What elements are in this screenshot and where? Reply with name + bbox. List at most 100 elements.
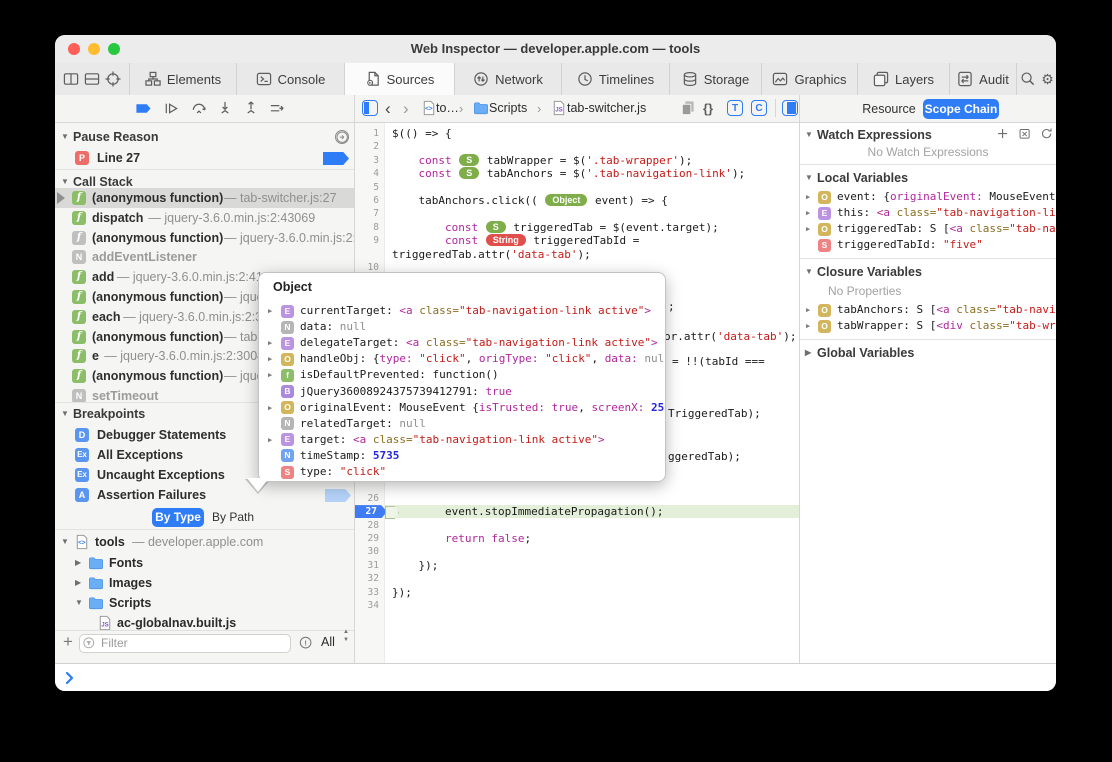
settings-tab[interactable]: ⚙ — [1039, 63, 1056, 95]
pause-reason-item[interactable]: P Line 27 — [55, 148, 354, 168]
toggle-left-sidebar-icon[interactable] — [362, 100, 378, 116]
tab-scope-chain[interactable]: Scope Chain — [923, 98, 999, 119]
variable-row[interactable]: ▶ Ethis: <a class="tab-navigation-li — [800, 205, 1056, 221]
disclosure-triangle[interactable]: ▶ — [806, 221, 810, 237]
object-property-row[interactable]: Stype: "click" — [259, 464, 665, 480]
code-content[interactable]: $(() => { — [392, 127, 452, 140]
object-property-row[interactable]: BjQuery36008924375739412791: true — [259, 384, 665, 400]
line-number[interactable]: 9 — [355, 234, 379, 247]
call-stack-frame[interactable]: f (anonymous function) — tab-switcher.js:2… — [55, 188, 354, 208]
disclosure-triangle[interactable]: ▶ — [268, 432, 272, 448]
code-content[interactable]: const S tabWrapper = $('.tab-wrapper'); — [419, 153, 692, 167]
tree-root-item[interactable]: ▼ <> tools — developer.apple.com — [55, 532, 354, 552]
disclosure-triangle[interactable]: ▼ — [805, 263, 813, 281]
disclosure-triangle[interactable]: ▶ — [806, 318, 810, 334]
tree-folder-scripts[interactable]: ▼ Scripts — [55, 593, 354, 613]
step-into-icon[interactable] — [217, 100, 234, 117]
call-stack-frame[interactable]: NaddEventListener — [55, 247, 354, 267]
code-content[interactable]: }); — [419, 559, 439, 572]
pause-resume-icon[interactable] — [163, 100, 180, 117]
disclosure-triangle[interactable]: ▶ — [268, 303, 272, 319]
call-stack-frame[interactable]: f dispatch — jquery-3.6.0.min.js:2:43069 — [55, 208, 354, 228]
breadcrumb-item[interactable]: to… — [436, 95, 459, 122]
forward-button[interactable]: › — [403, 95, 409, 122]
line-number[interactable]: 2 — [355, 140, 379, 153]
line-number[interactable]: 4 — [355, 167, 379, 180]
info-icon[interactable]: ! — [299, 636, 314, 651]
tab-elements[interactable]: Elements — [130, 63, 237, 95]
disclosure-triangle[interactable]: ▶ — [75, 573, 81, 593]
disclosure-triangle[interactable]: ▼ — [805, 126, 813, 144]
split-vertical-icon[interactable] — [63, 71, 79, 87]
disclosure-triangle[interactable]: ▼ — [61, 404, 69, 424]
line-number[interactable]: 1 — [355, 127, 379, 140]
code-content[interactable]: const S tabAnchors = $('.tab-navigation-… — [419, 167, 745, 180]
code-content[interactable]: const S triggeredTab = $(event.target); — [445, 220, 719, 234]
disclosure-triangle[interactable]: ▼ — [61, 532, 69, 552]
code-content[interactable]: tabAnchors.click(( Object event) => { — [419, 194, 668, 207]
tab-timelines[interactable]: Timelines — [562, 63, 670, 95]
line-number[interactable]: 34 — [355, 599, 379, 612]
object-property-row[interactable]: ▶ OoriginalEvent: MouseEvent {isTrusted: … — [259, 400, 665, 416]
code-coverage-icon[interactable]: C — [751, 100, 767, 116]
line-number[interactable]: 31 — [355, 559, 379, 572]
breadcrumb-item[interactable]: tab-switcher.js — [567, 95, 646, 122]
object-property-row[interactable]: ▶ f isDefaultPrevented: function() — [259, 367, 665, 383]
code-content[interactable]: const String triggeredTabId = — [445, 234, 639, 247]
disclosure-triangle[interactable]: ▶ — [268, 351, 272, 367]
step-icon[interactable] — [269, 100, 286, 117]
by-type-button[interactable]: By Type — [152, 508, 204, 527]
continue-flag-icon[interactable] — [135, 100, 152, 117]
tab-sources[interactable]: Sources — [345, 63, 455, 95]
line-number[interactable]: 29 — [355, 532, 379, 545]
variable-row[interactable]: ▶ Oevent: {originalEvent: MouseEvent — [800, 189, 1056, 205]
pretty-print-icon[interactable]: {} — [703, 95, 713, 122]
scope-dropdown[interactable]: All — [321, 635, 335, 649]
variable-row[interactable]: ▶ OtabWrapper: S [<div class="tab-wr — [800, 318, 1056, 334]
tab-layers[interactable]: Layers — [858, 63, 950, 95]
disclosure-triangle[interactable]: ▶ — [806, 302, 810, 318]
object-property-row[interactable]: ▶ EcurrentTarget: <a class="tab-navigatio… — [259, 303, 665, 319]
disclosure-triangle[interactable]: ▶ — [806, 205, 810, 221]
line-number[interactable]: 7 — [355, 207, 379, 220]
disclosure-triangle[interactable]: ▶ — [268, 400, 272, 416]
line-number[interactable]: 33 — [355, 586, 379, 599]
variable-row[interactable]: ▶ OtriggeredTab: S [<a class="tab-nav — [800, 221, 1056, 237]
tab-audit[interactable]: Audit — [950, 63, 1017, 95]
object-property-row[interactable]: NtimeStamp: 5735 — [259, 448, 665, 464]
back-button[interactable]: ‹ — [385, 95, 391, 122]
tab-network[interactable]: Network — [455, 63, 562, 95]
disclosure-triangle[interactable]: ▶ — [75, 553, 81, 573]
step-over-icon[interactable] — [191, 100, 208, 117]
disclosure-triangle[interactable]: ▼ — [805, 169, 813, 187]
breadcrumb-item[interactable]: Scripts — [489, 95, 527, 122]
object-property-row[interactable]: ▶ EdelegateTarget: <a class="tab-navigati… — [259, 335, 665, 351]
line-number[interactable]: 3 — [355, 154, 379, 167]
element-picker-icon[interactable] — [105, 71, 121, 87]
clear-watch-icon[interactable] — [1018, 127, 1034, 143]
type-profiling-icon[interactable]: T — [727, 100, 743, 116]
disclosure-triangle[interactable]: ▶ — [805, 344, 811, 362]
object-property-row[interactable]: ▶ Etarget: <a class="tab-navigation-link … — [259, 432, 665, 448]
refresh-watch-icon[interactable] — [1040, 127, 1056, 143]
line-number[interactable]: 32 — [355, 572, 379, 585]
add-resource-button[interactable]: + — [63, 632, 73, 652]
code-content[interactable]: return false; — [445, 532, 531, 545]
disclosure-triangle[interactable]: ▼ — [61, 127, 69, 147]
line-number[interactable]: 6 — [355, 194, 379, 207]
console-prompt-bar[interactable] — [55, 663, 1056, 691]
tab-resource[interactable]: Resource — [858, 99, 920, 119]
call-stack-frame[interactable]: f (anonymous function) — jquery-3.6.0.min.… — [55, 228, 354, 248]
disclosure-triangle[interactable]: ▶ — [806, 189, 810, 205]
tree-folder-fonts[interactable]: ▶ Fonts — [55, 553, 354, 573]
variable-row[interactable]: ▶ OtabAnchors: S [<a class="tab-navi — [800, 302, 1056, 318]
object-property-row[interactable]: NrelatedTarget: null — [259, 416, 665, 432]
variable-row[interactable]: StriggeredTabId: "five" — [800, 237, 1056, 253]
toggle-right-sidebar-icon[interactable] — [782, 100, 798, 116]
search-tab[interactable] — [1017, 63, 1039, 95]
split-horizontal-icon[interactable] — [84, 71, 100, 87]
tab-console[interactable]: Console — [237, 63, 345, 95]
goto-line-icon[interactable] — [335, 130, 349, 144]
line-number[interactable]: 28 — [355, 519, 379, 532]
line-number[interactable]: 5 — [355, 181, 379, 194]
